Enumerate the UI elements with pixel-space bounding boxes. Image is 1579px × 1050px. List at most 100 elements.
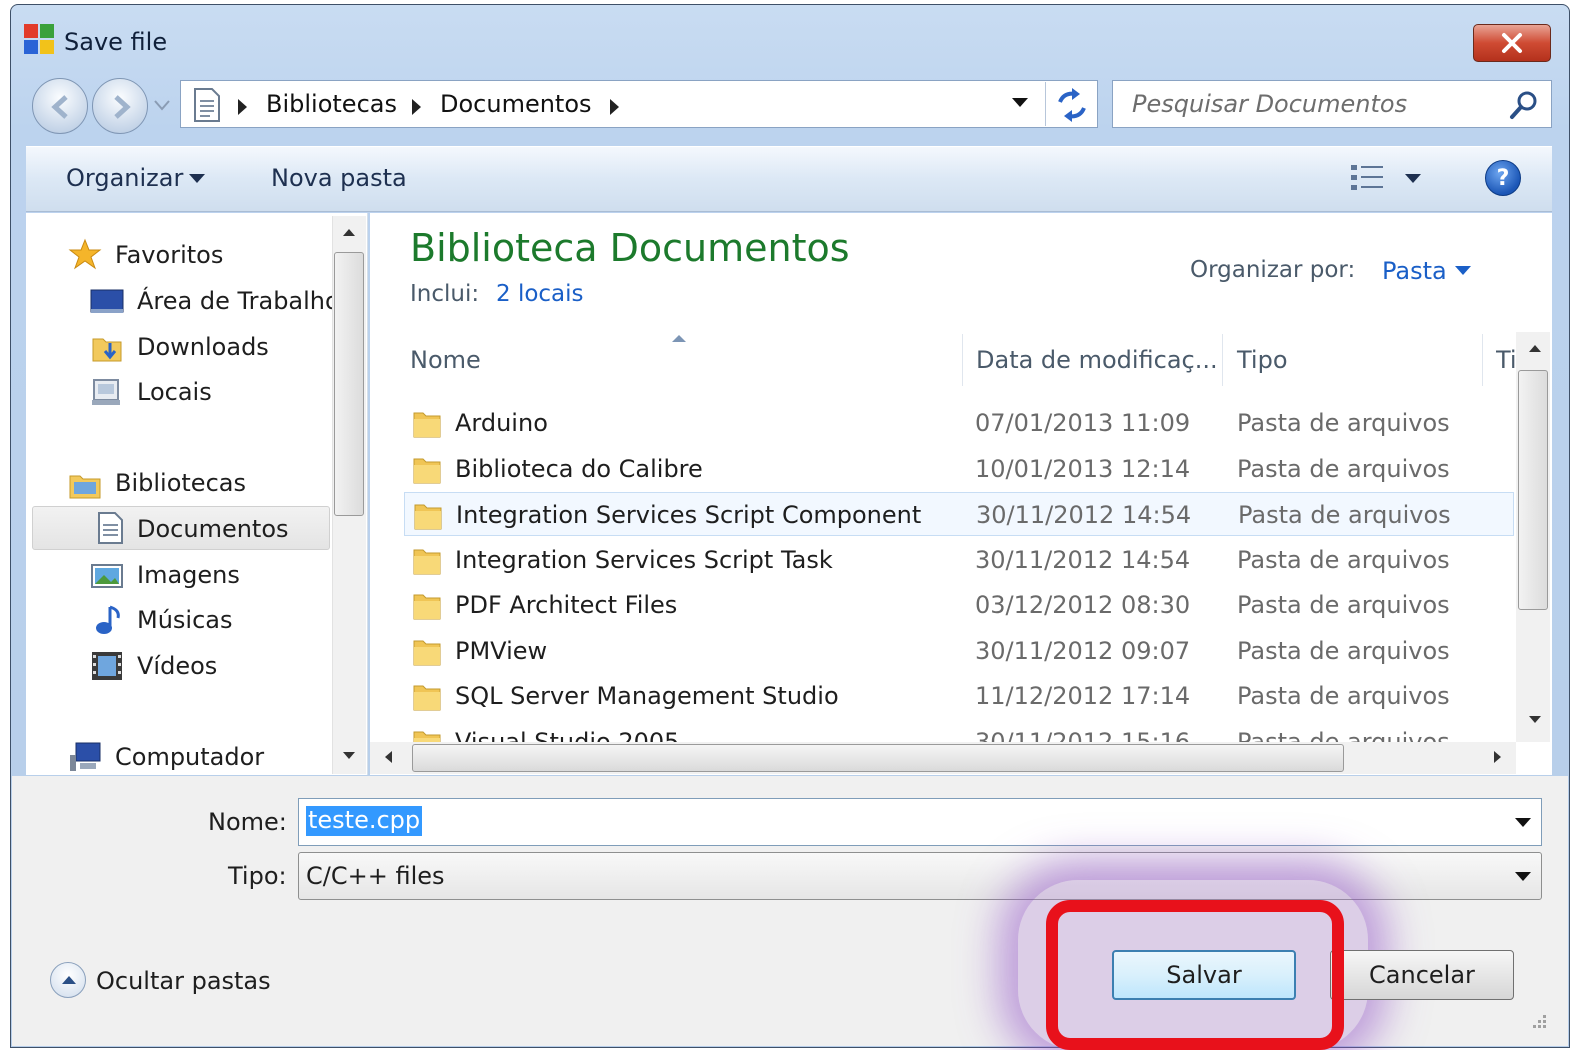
folder-icon [413,640,441,665]
file-row[interactable]: Biblioteca do Calibre 10/01/2013 12:14 Pas… [404,447,1514,491]
breadcrumb-bibliotecas[interactable]: Bibliotecas [266,90,397,118]
crumb-arrow-icon[interactable] [610,99,619,115]
file-type-label: Tipo: [228,862,287,890]
nav-item-downloads[interactable]: Downloads [137,333,269,361]
back-button[interactable] [32,78,88,134]
file-name: Integration Services Script Task [455,545,833,574]
folder-icon [413,685,441,711]
organize-button[interactable]: Organizar [66,164,183,192]
file-date: 30/11/2012 09:07 [975,636,1191,665]
file-date: 30/11/2012 14:54 [975,545,1191,574]
cancel-button[interactable]: Cancelar [1330,950,1514,1000]
file-date: 10/01/2013 12:14 [975,454,1191,483]
scroll-down-icon[interactable] [1526,714,1544,726]
file-name-dropdown[interactable] [1515,818,1531,827]
search-icon[interactable] [1508,90,1540,120]
new-folder-button[interactable]: Nova pasta [271,164,407,192]
close-icon [1502,33,1522,53]
library-icon [69,475,101,499]
address-divider [1045,82,1046,126]
hide-folders-button[interactable]: Ocultar pastas [96,967,271,995]
forward-icon [114,95,131,119]
column-header-date[interactable]: Data de modificaç... [976,346,1218,374]
view-options-dropdown[interactable] [1405,174,1421,183]
chevron-down-icon[interactable] [1455,266,1471,275]
recent-pages-dropdown[interactable] [152,96,172,114]
file-row[interactable]: Integration Services Script Component 30/… [404,492,1514,536]
breadcrumb-documentos[interactable]: Documentos [440,90,592,118]
file-name: SQL Server Management Studio [455,682,839,710]
collapse-up-icon[interactable] [50,962,86,998]
column-divider[interactable] [1222,334,1223,386]
search-input[interactable]: Pesquisar Documentos [1132,90,1407,118]
chevron-down-icon [189,174,205,183]
file-type: Pasta de arquivos [1237,636,1450,665]
column-header-size[interactable]: Ti [1496,346,1516,378]
recent-places-icon [92,379,120,405]
nav-item-videos[interactable]: Vídeos [137,652,217,680]
file-name-input[interactable]: teste.cpp [306,806,423,836]
folder-icon [414,504,442,530]
file-hscroll-thumb[interactable] [412,744,1344,772]
command-bar [26,146,1552,212]
file-date: 03/12/2012 08:30 [975,591,1191,619]
library-title: Biblioteca Documentos [410,226,850,270]
column-header-type[interactable]: Tipo [1237,346,1288,374]
view-icon[interactable] [1349,162,1385,194]
file-name: Integration Services Script Component [456,501,922,529]
column-divider[interactable] [962,334,963,386]
highlight-annotation [1046,900,1344,1050]
file-type: Pasta de arquivos [1237,454,1450,483]
arrange-by-label: Organizar por: [1190,257,1356,283]
library-locations-link[interactable]: 2 locais [496,281,584,307]
scroll-left-icon[interactable] [382,748,394,766]
file-scroll-thumb[interactable] [1518,370,1548,610]
file-name: Arduino [455,409,548,437]
nav-item-imagens[interactable]: Imagens [137,561,240,589]
file-name: PDF Architect Files [455,591,678,619]
nav-scroll-thumb[interactable] [334,252,364,516]
file-row[interactable]: PDF Architect Files 03/12/2012 08:30 Pasta… [404,583,1514,627]
file-row[interactable]: Arduino 07/01/2013 11:09 Pasta de arquivos [404,401,1514,445]
back-icon [51,95,68,119]
file-row[interactable]: Visual Studio 2005 30/11/2012 15:16 Pasta … [404,720,1514,742]
scroll-up-icon[interactable] [340,226,358,238]
file-name-field[interactable] [298,798,1542,846]
nav-item-musicas[interactable]: Músicas [137,606,233,634]
forward-button[interactable] [92,78,148,134]
nav-item-locais[interactable]: Locais [137,378,212,406]
arrange-by-dropdown[interactable]: Pasta [1382,257,1447,285]
file-row[interactable]: Integration Services Script Task 30/11/20… [404,538,1514,582]
scroll-down-icon[interactable] [340,750,358,762]
file-name-label: Nome: [208,808,287,836]
file-date: 30/11/2012 14:54 [976,501,1192,529]
scroll-up-icon[interactable] [1526,342,1544,354]
address-history-dropdown[interactable] [1012,98,1028,107]
folder-icon [413,549,441,574]
nav-item-desktop[interactable]: Área de Trabalho [137,287,340,315]
file-type-value[interactable]: C/C++ files [306,862,445,890]
file-row[interactable]: PMView 30/11/2012 09:07 Pasta de arquivos [404,629,1514,673]
file-type: Pasta de arquivos [1237,409,1450,437]
file-type-dropdown[interactable] [1515,872,1531,881]
close-button[interactable] [1473,24,1551,62]
music-icon [96,605,120,634]
folder-icon [413,731,441,742]
nav-item-documentos[interactable]: Documentos [137,515,289,543]
file-row[interactable]: SQL Server Management Studio 11/12/2012 1… [404,674,1514,718]
file-type: Pasta de arquivos [1237,682,1450,710]
nav-favorites[interactable]: Favoritos [115,241,223,269]
refresh-icon[interactable] [1052,86,1092,124]
nav-libraries[interactable]: Bibliotecas [115,469,246,497]
desktop-icon [90,289,124,313]
downloads-icon [92,338,122,362]
help-icon[interactable]: ? [1485,160,1521,196]
resize-grip-icon[interactable] [1528,1010,1548,1030]
nav-computer[interactable]: Computador [115,743,264,771]
column-divider[interactable] [1482,334,1483,386]
file-type: Pasta de arquivos [1237,591,1450,619]
column-header-name[interactable]: Nome [410,346,481,374]
file-type-select[interactable] [298,852,1542,900]
file-name: Biblioteca do Calibre [455,454,703,483]
scroll-right-icon[interactable] [1492,748,1504,766]
